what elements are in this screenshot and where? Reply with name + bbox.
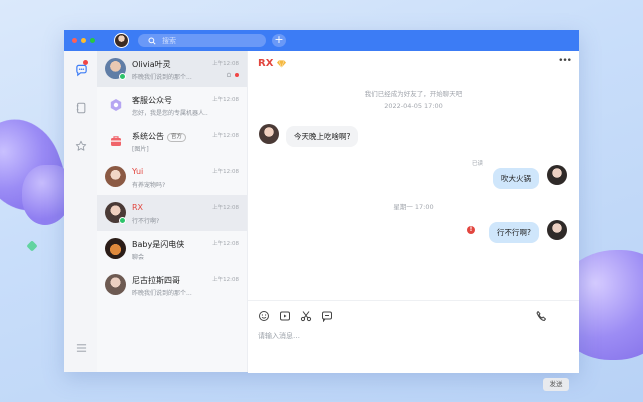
conversation-time: 上午12:08	[212, 169, 239, 175]
search-icon	[148, 36, 156, 45]
service-bot-icon	[105, 94, 126, 115]
send-button[interactable]: 发送	[543, 378, 569, 391]
window-controls	[72, 38, 95, 43]
diamond-icon	[277, 59, 287, 68]
online-indicator	[119, 73, 126, 80]
chat-history-icon[interactable]	[321, 310, 333, 322]
conversation-name: 尼古拉斯四哥	[132, 276, 180, 285]
incoming-message: 今天晚上吃啥啊?	[286, 126, 359, 147]
conversation-item[interactable]: 客服公众号 上午12:08 您好，我是您的专属机器人..	[97, 87, 247, 123]
maximize-window-button[interactable]	[90, 38, 95, 43]
more-options-button[interactable]: •••	[558, 56, 572, 66]
avatar	[105, 166, 126, 187]
search-input[interactable]	[162, 36, 252, 45]
conversation-list: Olivia叶灵 上午12:08 昨晚我们说到的那个... 客服公众号 上午12…	[97, 51, 248, 372]
system-timestamp: 2022-04-05 17:00	[384, 102, 443, 110]
chat-bubble-icon	[75, 64, 87, 76]
conversation-name: RX	[132, 203, 144, 212]
minimize-window-button[interactable]	[81, 38, 86, 43]
conversation-preview: 您好，我是您的专属机器人..	[132, 110, 208, 117]
scissors-icon[interactable]	[300, 310, 312, 322]
file-icon[interactable]	[279, 310, 291, 322]
send-failed-icon[interactable]: !	[467, 226, 475, 234]
message-input[interactable]	[258, 332, 558, 340]
nav-favorites[interactable]	[74, 139, 88, 153]
star-icon	[75, 140, 87, 151]
conversation-item[interactable]: Yui 上午12:08 有养宠物吗?	[97, 159, 247, 195]
avatar	[105, 238, 126, 259]
chat-title: RX	[258, 58, 274, 69]
phone-icon[interactable]	[535, 310, 547, 322]
message-composer: 发送	[248, 300, 579, 391]
self-avatar	[547, 165, 567, 185]
conversation-name: Baby是闪电侠	[132, 240, 185, 249]
announcement-icon	[105, 130, 126, 151]
outgoing-message: 吹大火锅	[493, 168, 539, 189]
sender-avatar	[259, 124, 279, 144]
conversation-item[interactable]: Olivia叶灵 上午12:08 昨晚我们说到的那个...	[97, 51, 247, 87]
conversation-preview: 行不行啊?	[132, 218, 160, 225]
chat-window: + Olivia叶灵 上午12:08 昨晚我们说到的那个...	[64, 30, 579, 391]
conversation-time: 上午12:08	[212, 97, 239, 103]
conversation-item[interactable]: Baby是闪电侠 上午12:08 聊会	[97, 231, 247, 267]
contacts-book-icon	[76, 102, 86, 114]
system-message: 我们已经成为好友了，开始聊天吧	[364, 90, 463, 98]
nav-messages[interactable]	[74, 60, 88, 77]
conversation-time: 上午12:08	[212, 205, 239, 211]
emoji-icon[interactable]	[258, 310, 270, 322]
conversation-name: Olivia叶灵	[132, 60, 171, 69]
conversation-time: 上午12:08	[212, 133, 239, 139]
menu-icon	[76, 344, 86, 352]
conversation-time: 上午12:08	[212, 277, 239, 283]
conversation-name-text: 系统公告	[132, 132, 164, 141]
conversation-preview: 昨晚我们说到的那个...	[132, 290, 192, 297]
title-bar: +	[64, 30, 579, 51]
unread-dot	[235, 73, 239, 77]
close-window-button[interactable]	[72, 38, 77, 43]
nav-rail	[64, 51, 98, 372]
online-indicator	[119, 217, 126, 224]
official-tag: 官方	[167, 133, 187, 142]
nav-contacts[interactable]	[74, 101, 88, 115]
conversation-name: 系统公告 官方	[132, 131, 187, 142]
conversation-time: 上午12:08	[212, 241, 239, 247]
conversation-name: 客服公众号	[132, 96, 172, 105]
user-avatar[interactable]	[114, 33, 129, 48]
conversation-preview: 有养宠物吗?	[132, 182, 166, 189]
conversation-item[interactable]: RX 上午12:08 行不行啊?	[97, 195, 247, 231]
conversation-preview: 昨晚我们说到的那个...	[132, 74, 192, 81]
avatar	[105, 274, 126, 295]
outgoing-message: 行不行啊?	[489, 222, 539, 243]
item-status-icons	[226, 72, 239, 78]
conversation-time: 上午12:08	[212, 61, 239, 67]
self-avatar	[547, 220, 567, 240]
conversation-preview: [图片]	[132, 146, 149, 153]
read-receipt: 已读	[472, 161, 484, 167]
add-button[interactable]: +	[272, 34, 286, 47]
decorative-gem	[26, 240, 38, 252]
chat-header: RX	[258, 58, 287, 69]
mute-bell-icon	[227, 72, 231, 77]
conversation-item[interactable]: 尼古拉斯四哥 上午12:08 昨晚我们说到的那个...	[97, 267, 247, 303]
system-timestamp: 星期一 17:00	[393, 203, 434, 211]
conversation-name: Yui	[132, 167, 144, 176]
conversation-preview: 聊会	[132, 254, 145, 261]
chat-panel: RX ••• 我们已经成为好友了，开始聊天吧 2022-04-05 17:00 …	[248, 51, 579, 391]
conversation-item[interactable]: 系统公告 官方 上午12:08 [图片]	[97, 123, 247, 159]
nav-menu[interactable]	[74, 341, 88, 355]
search-box[interactable]	[138, 34, 266, 47]
unread-badge	[83, 60, 88, 65]
